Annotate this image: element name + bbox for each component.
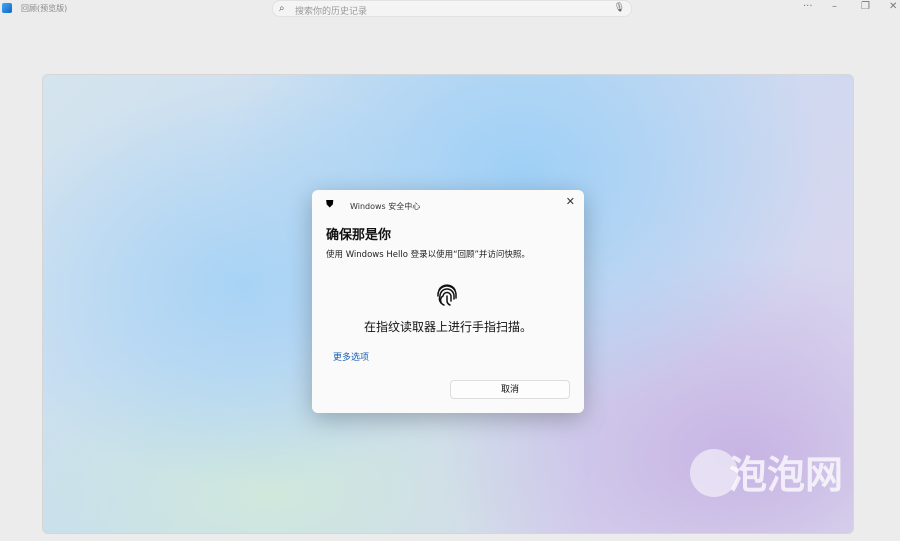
search-placeholder: 搜索你的历史记录 (295, 7, 368, 17)
dialog-heading: 确保那是你 (326, 228, 392, 243)
fingerprint-icon (436, 282, 458, 314)
search-sparkle-icon: ⌕ (279, 3, 285, 14)
dialog-subtitle: 使用 Windows Hello 登录以使用“回顾”并访问快照。 (326, 250, 530, 260)
more-button[interactable]: ··· (803, 1, 813, 12)
more-options-link[interactable]: 更多选项 (333, 350, 369, 363)
restore-button[interactable]: ❐ (861, 1, 870, 12)
scan-instruction: 在指纹读取器上进行手指扫描。 (363, 320, 532, 334)
title-bar: 回顾(预览版) ⌕ 搜索你的历史记录 🎙 ··· – ❐ ✕ (0, 0, 900, 20)
cancel-button[interactable]: 取消 (450, 380, 570, 399)
windows-security-dialog: ⛊ Windows 安全中心 ✕ 确保那是你 使用 Windows Hello … (312, 190, 584, 413)
app-icon (2, 3, 12, 13)
search-input[interactable]: ⌕ 搜索你的历史记录 🎙 (272, 0, 632, 17)
close-window-button[interactable]: ✕ (889, 1, 897, 12)
close-dialog-button[interactable]: ✕ (566, 195, 575, 208)
app-title: 回顾(预览版) (21, 4, 68, 13)
dialog-source: Windows 安全中心 (350, 202, 421, 211)
watermark: 泡泡网 (728, 453, 843, 497)
shield-icon: ⛊ (326, 199, 334, 210)
microphone-icon[interactable]: 🎙 (614, 3, 625, 13)
minimize-button[interactable]: – (832, 1, 837, 12)
